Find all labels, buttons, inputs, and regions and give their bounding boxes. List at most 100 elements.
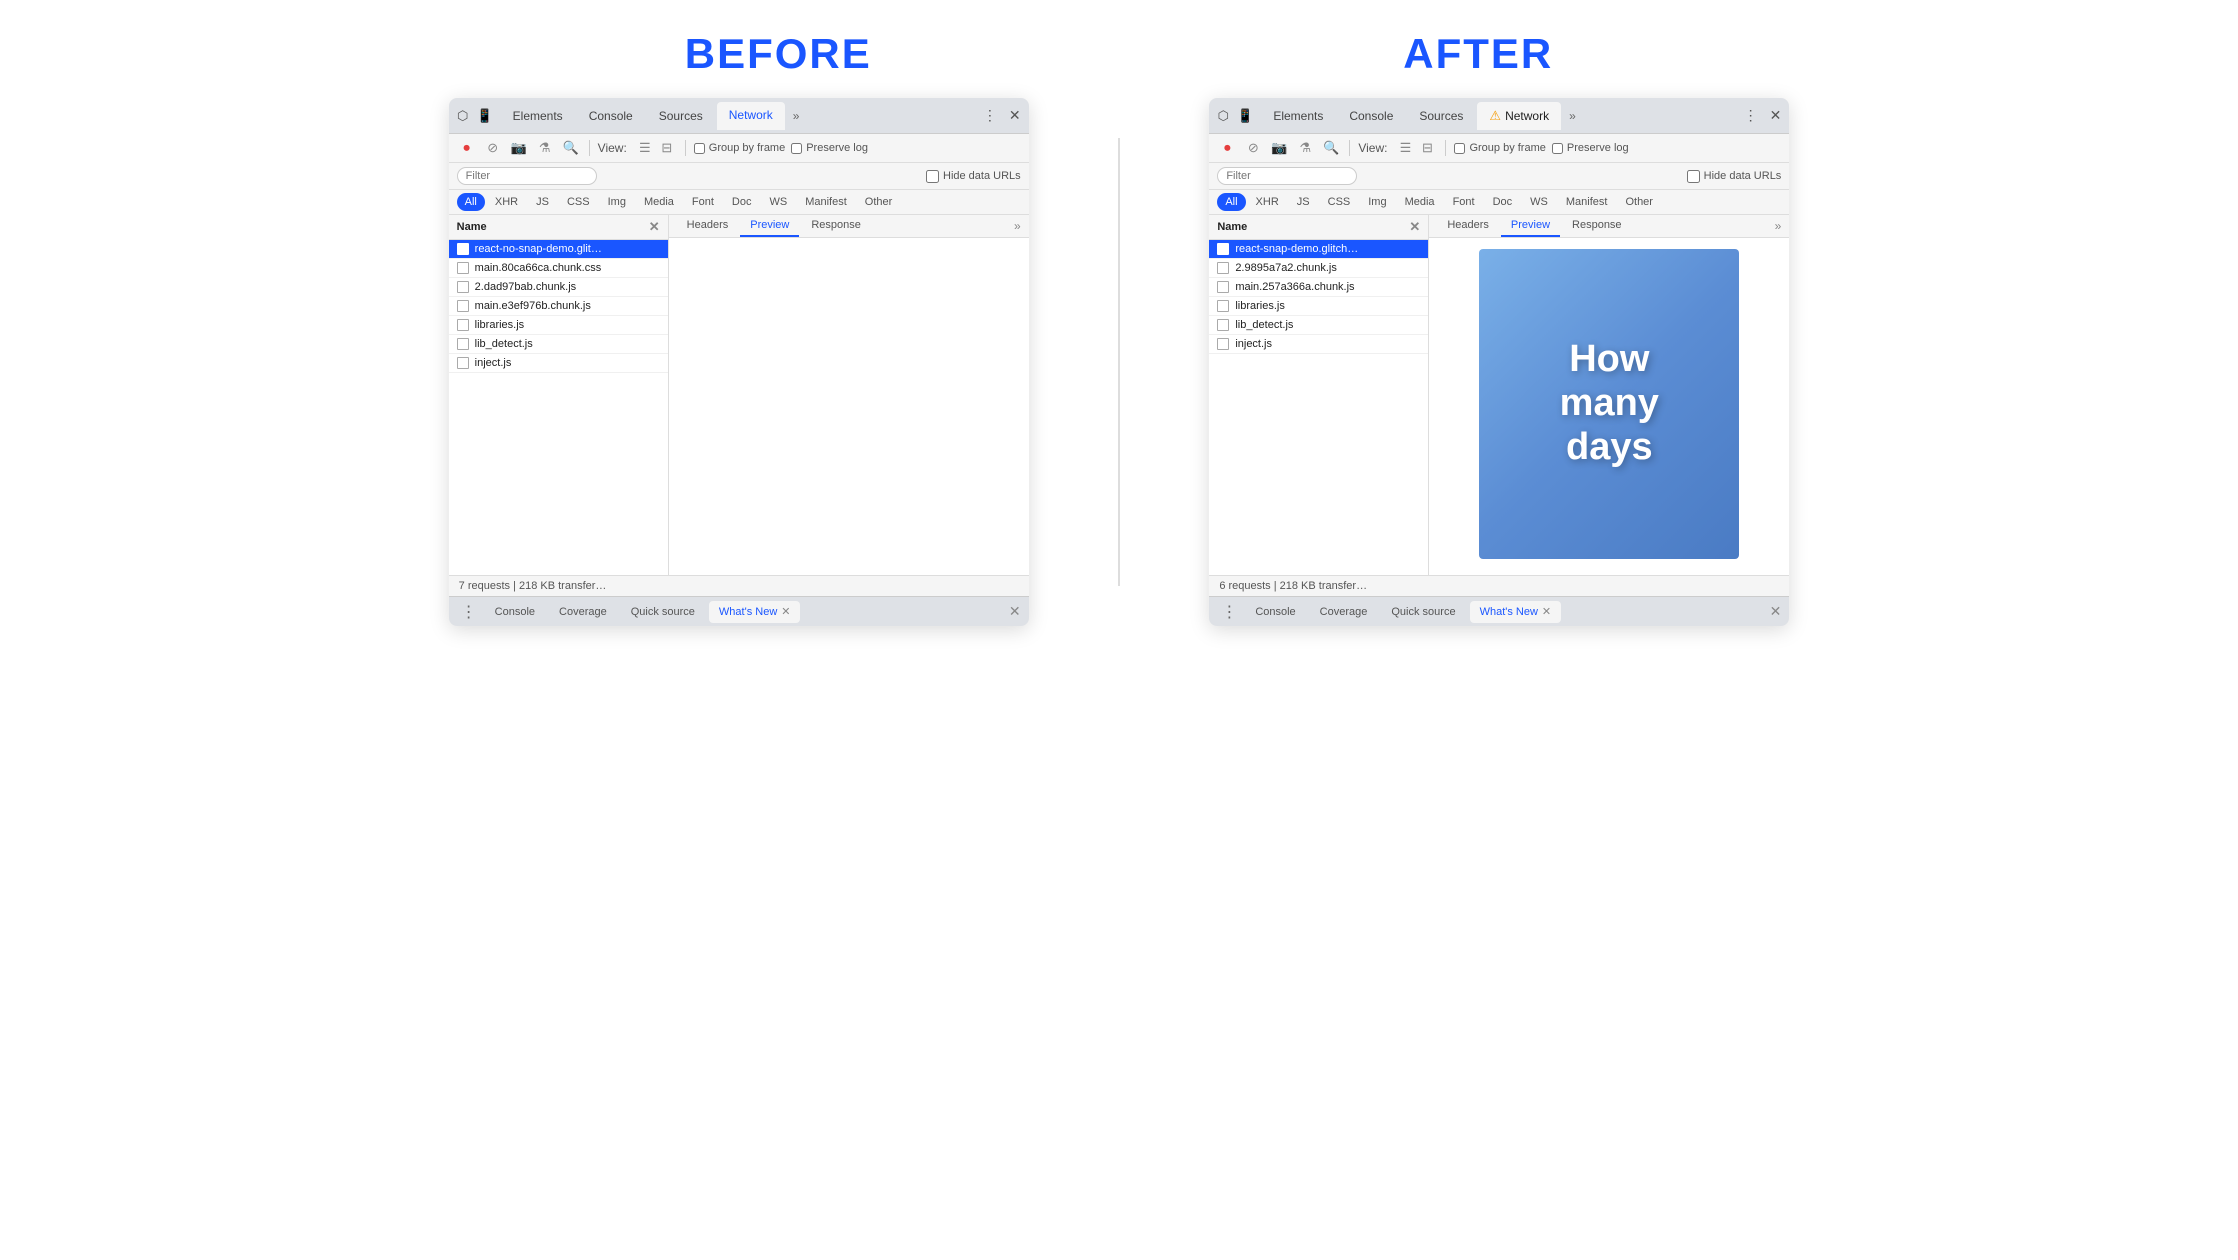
before-type-xhr[interactable]: XHR [487, 193, 526, 211]
before-type-ws[interactable]: WS [761, 193, 795, 211]
before-file-item-3[interactable]: main.e3ef976b.chunk.js [449, 297, 668, 316]
after-type-font[interactable]: Font [1445, 193, 1483, 211]
after-more-options-icon[interactable]: ⋮ [1742, 105, 1760, 126]
after-record-btn[interactable]: ⏺ [1217, 138, 1237, 158]
after-tab-response[interactable]: Response [1562, 215, 1632, 237]
after-type-js[interactable]: JS [1289, 193, 1318, 211]
before-bottom-coverage[interactable]: Coverage [549, 601, 617, 623]
before-tab-network[interactable]: Network [717, 102, 785, 130]
after-type-media[interactable]: Media [1397, 193, 1443, 211]
after-bottom-quick-source[interactable]: Quick source [1381, 601, 1465, 623]
after-search-btn[interactable]: 🔍 [1321, 138, 1341, 158]
before-record-btn[interactable]: ⏺ [457, 138, 477, 158]
before-tab-preview[interactable]: Preview [740, 215, 799, 237]
after-type-all[interactable]: All [1217, 193, 1245, 211]
before-file-item-2[interactable]: 2.dad97bab.chunk.js [449, 278, 668, 297]
before-list-view-icon[interactable]: ☰ [635, 138, 655, 158]
before-device-icon[interactable]: 📱 [477, 108, 493, 124]
after-filter-btn[interactable]: ⚗ [1295, 138, 1315, 158]
after-hide-data-urls-checkbox[interactable] [1687, 170, 1700, 183]
before-bottom-quick-source[interactable]: Quick source [621, 601, 705, 623]
before-group-by-frame-checkbox[interactable] [694, 143, 705, 154]
after-group-by-frame[interactable]: Group by frame [1454, 142, 1545, 154]
before-preserve-log-checkbox[interactable] [791, 143, 802, 154]
after-bottom-console[interactable]: Console [1245, 601, 1305, 623]
after-tab-sources[interactable]: Sources [1407, 102, 1475, 130]
before-file-item-5[interactable]: lib_detect.js [449, 335, 668, 354]
before-camera-btn[interactable]: 📷 [509, 138, 529, 158]
before-bottom-console[interactable]: Console [485, 601, 545, 623]
after-file-item-5[interactable]: inject.js [1209, 335, 1428, 354]
after-inspect-icon[interactable]: ⬡ [1215, 108, 1231, 124]
before-tab-more[interactable]: » [787, 109, 806, 123]
after-clear-btn[interactable]: ⊘ [1243, 138, 1263, 158]
after-device-icon[interactable]: 📱 [1237, 108, 1253, 124]
before-bottom-menu-icon[interactable]: ⋮ [457, 602, 481, 622]
after-type-manifest[interactable]: Manifest [1558, 193, 1616, 211]
before-file-item-0[interactable]: react-no-snap-demo.glit… [449, 240, 668, 259]
before-bottom-close-icon[interactable]: ✕ [1009, 603, 1021, 620]
after-type-ws[interactable]: WS [1522, 193, 1556, 211]
after-col-close-icon[interactable]: ✕ [1409, 219, 1420, 235]
before-type-js[interactable]: JS [528, 193, 557, 211]
after-type-img[interactable]: Img [1360, 193, 1394, 211]
before-file-item-1[interactable]: main.80ca66ca.chunk.css [449, 259, 668, 278]
after-bottom-close-icon[interactable]: ✕ [1770, 603, 1782, 620]
before-type-manifest[interactable]: Manifest [797, 193, 855, 211]
before-inspect-icon[interactable]: ⬡ [455, 108, 471, 124]
after-file-item-0[interactable]: react-snap-demo.glitch… [1209, 240, 1428, 259]
after-preserve-log[interactable]: Preserve log [1552, 142, 1629, 154]
after-preserve-log-checkbox[interactable] [1552, 143, 1563, 154]
after-file-item-1[interactable]: 2.9895a7a2.chunk.js [1209, 259, 1428, 278]
before-preview-more[interactable]: » [1014, 219, 1021, 233]
after-type-other[interactable]: Other [1617, 193, 1661, 211]
after-type-doc[interactable]: Doc [1485, 193, 1521, 211]
before-type-media[interactable]: Media [636, 193, 682, 211]
before-search-btn[interactable]: 🔍 [561, 138, 581, 158]
after-waterfall-view-icon[interactable]: ⊟ [1417, 138, 1437, 158]
before-type-other[interactable]: Other [857, 193, 901, 211]
before-hide-data-urls-checkbox[interactable] [926, 170, 939, 183]
after-type-xhr[interactable]: XHR [1248, 193, 1287, 211]
after-file-item-2[interactable]: main.257a366a.chunk.js [1209, 278, 1428, 297]
after-group-by-frame-checkbox[interactable] [1454, 143, 1465, 154]
before-file-item-4[interactable]: libraries.js [449, 316, 668, 335]
before-file-item-6[interactable]: inject.js [449, 354, 668, 373]
after-tab-headers[interactable]: Headers [1437, 215, 1499, 237]
after-tab-console[interactable]: Console [1337, 102, 1405, 130]
before-tab-elements[interactable]: Elements [501, 102, 575, 130]
before-tab-headers[interactable]: Headers [677, 215, 739, 237]
after-tab-elements[interactable]: Elements [1261, 102, 1335, 130]
before-bottom-whats-new[interactable]: What's New ✕ [709, 601, 801, 623]
before-type-css[interactable]: CSS [559, 193, 598, 211]
before-tab-sources[interactable]: Sources [647, 102, 715, 130]
before-type-doc[interactable]: Doc [724, 193, 760, 211]
before-waterfall-view-icon[interactable]: ⊟ [657, 138, 677, 158]
after-bottom-coverage[interactable]: Coverage [1310, 601, 1378, 623]
after-tab-more[interactable]: » [1563, 109, 1582, 123]
after-hide-data-urls[interactable]: Hide data URLs [1687, 170, 1782, 183]
before-filter-btn[interactable]: ⚗ [535, 138, 555, 158]
before-group-by-frame[interactable]: Group by frame [694, 142, 785, 154]
after-file-item-3[interactable]: libraries.js [1209, 297, 1428, 316]
after-tab-network[interactable]: ⚠ Network [1477, 102, 1561, 130]
before-tab-response[interactable]: Response [801, 215, 871, 237]
before-filter-input[interactable] [457, 167, 597, 185]
after-list-view-icon[interactable]: ☰ [1395, 138, 1415, 158]
after-close-icon[interactable]: ✕ [1768, 105, 1784, 126]
before-preserve-log[interactable]: Preserve log [791, 142, 868, 154]
before-bottom-whats-new-close[interactable]: ✕ [781, 605, 790, 618]
after-camera-btn[interactable]: 📷 [1269, 138, 1289, 158]
after-bottom-whats-new[interactable]: What's New ✕ [1470, 601, 1562, 623]
before-type-img[interactable]: Img [600, 193, 634, 211]
before-more-options-icon[interactable]: ⋮ [981, 105, 999, 126]
before-tab-console[interactable]: Console [577, 102, 645, 130]
before-type-all[interactable]: All [457, 193, 485, 211]
after-file-item-4[interactable]: lib_detect.js [1209, 316, 1428, 335]
after-bottom-menu-icon[interactable]: ⋮ [1217, 602, 1241, 622]
before-col-close-icon[interactable]: ✕ [649, 219, 660, 235]
before-close-icon[interactable]: ✕ [1007, 105, 1023, 126]
before-clear-btn[interactable]: ⊘ [483, 138, 503, 158]
before-type-font[interactable]: Font [684, 193, 722, 211]
after-preview-more[interactable]: » [1775, 219, 1782, 233]
